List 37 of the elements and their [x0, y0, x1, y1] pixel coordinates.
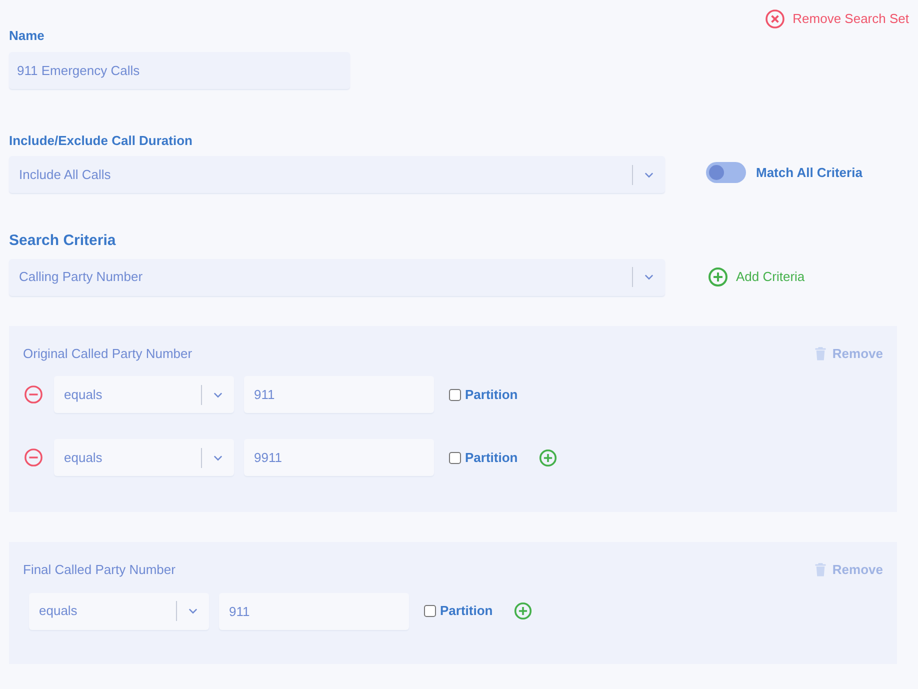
field-label: Name [9, 27, 46, 45]
dropdown-value: Calling Party Number [19, 268, 143, 286]
value-input[interactable]: 911 [219, 592, 409, 630]
operator-value: equals [64, 448, 102, 467]
remove-search-set-link[interactable]: Remove Search Set [764, 9, 909, 29]
name-input[interactable]: 911 Emergency Calls [9, 52, 350, 88]
remove-link[interactable]: Remove [813, 560, 883, 580]
checkbox[interactable] [424, 605, 436, 617]
toggle-label: Match All Criteria [756, 164, 862, 182]
remove-link[interactable]: Remove [813, 344, 883, 363]
dropdown[interactable]: Calling Party Number [9, 258, 665, 296]
section-heading: Search Criteria [9, 231, 117, 251]
operator-value: equals [39, 602, 78, 620]
dropdown[interactable]: Include All Calls [9, 156, 665, 193]
panel-title: Original Called Party Number [23, 344, 192, 363]
remove-icon[interactable] [24, 448, 43, 467]
dropdown-value: Include All Calls [19, 166, 111, 184]
checkbox[interactable] [449, 388, 461, 400]
partition-checkbox[interactable]: Partition [449, 384, 518, 404]
add-icon[interactable] [538, 448, 557, 466]
add-criteria-link[interactable]: Add Criteria [708, 267, 805, 287]
partition-checkbox[interactable]: Partition [449, 448, 518, 468]
dropdown[interactable]: equals [54, 439, 234, 476]
toggle-switch[interactable] [706, 162, 746, 183]
close-icon[interactable] [764, 9, 785, 29]
checkbox[interactable] [449, 452, 461, 464]
dropdown[interactable]: equals [29, 592, 209, 630]
value-input[interactable]: 911 [244, 376, 434, 413]
add-icon[interactable] [514, 602, 532, 620]
partition-checkbox[interactable]: Partition [424, 601, 493, 621]
add-icon[interactable] [708, 267, 728, 287]
dropdown[interactable]: equals [54, 376, 234, 413]
field-label: Include/Exclude Call Duration [9, 132, 194, 150]
value-input[interactable]: 9911 [244, 439, 434, 476]
operator-value: equals [64, 386, 102, 404]
panel-title: Final Called Party Number [23, 561, 176, 579]
remove-icon[interactable] [24, 385, 43, 404]
